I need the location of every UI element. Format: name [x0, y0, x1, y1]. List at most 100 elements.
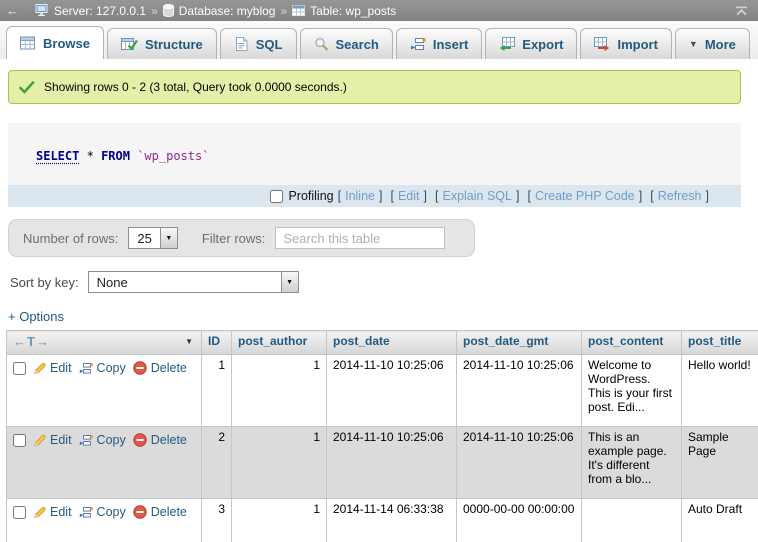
rows-per-page-select[interactable]: 25 ▼ — [128, 227, 177, 249]
tab-structure[interactable]: Structure — [107, 28, 217, 59]
status-message-text: Showing rows 0 - 2 (3 total, Query took … — [44, 80, 347, 94]
delete-icon — [133, 505, 147, 519]
chevron-down-icon[interactable]: ▼ — [185, 337, 193, 346]
column-header-post-date[interactable]: post_date — [327, 331, 457, 355]
bracket: ] — [706, 189, 709, 203]
breadcrumb-table-label: Table: wp_posts — [310, 4, 396, 18]
column-header-post-title[interactable]: post_title — [682, 331, 758, 355]
column-order-icon[interactable]: ←T→ — [13, 334, 50, 349]
copy-icon — [79, 506, 93, 519]
copy-icon — [79, 434, 93, 447]
copy-row-link[interactable]: Copy — [79, 361, 126, 375]
cell-post-content: Welcome to WordPress. This is your first… — [582, 355, 682, 427]
inline-link[interactable]: Inline — [345, 189, 375, 203]
refresh-link[interactable]: Refresh — [658, 189, 702, 203]
edit-row-link[interactable]: Edit — [33, 361, 72, 375]
browse-icon — [20, 36, 36, 50]
options-toggle[interactable]: + Options — [8, 309, 64, 324]
sql-keyword-from: FROM — [101, 149, 130, 163]
cell-id: 1 — [202, 355, 232, 427]
column-header-post-content[interactable]: post_content — [582, 331, 682, 355]
edit-query-link[interactable]: Edit — [398, 189, 420, 203]
tab-sql[interactable]: SQL — [220, 28, 297, 59]
bracket: ] — [516, 189, 519, 203]
tab-search[interactable]: Search — [300, 28, 393, 59]
cell-post-date: 2014-11-14 06:33:38 — [327, 499, 457, 542]
sort-by-key-select[interactable]: None ▼ — [88, 271, 299, 293]
tab-import[interactable]: Import — [580, 28, 671, 59]
chevron-down-icon: ▼ — [160, 228, 177, 248]
search-icon — [314, 37, 329, 51]
tab-insert[interactable]: Insert — [396, 28, 482, 59]
success-check-icon — [19, 81, 35, 94]
edit-row-link[interactable]: Edit — [33, 505, 72, 519]
cell-id: 2 — [202, 427, 232, 499]
export-icon — [499, 37, 515, 52]
tab-browse[interactable]: Browse — [6, 26, 104, 59]
table-icon — [292, 5, 305, 16]
breadcrumb-separator: » — [151, 4, 158, 18]
back-arrow-icon[interactable]: ← — [6, 3, 19, 18]
breadcrumb-server-label: Server: 127.0.0.1 — [54, 4, 146, 18]
number-of-rows-label: Number of rows: — [23, 231, 118, 246]
copy-row-link[interactable]: Copy — [79, 433, 126, 447]
sql-query: SELECT * FROM `wp_posts` — [8, 123, 741, 185]
delete-row-link[interactable]: Delete — [133, 433, 187, 447]
bracket: ] — [639, 189, 642, 203]
chevron-down-icon: ▼ — [281, 272, 298, 292]
delete-icon — [133, 361, 147, 375]
profiling-checkbox[interactable] — [270, 190, 283, 203]
table-header-row: ←T→ ▼ ID post_author post_date post_date… — [7, 331, 758, 355]
database-icon — [163, 4, 174, 17]
delete-row-link[interactable]: Delete — [133, 505, 187, 519]
bracket: [ — [650, 189, 653, 203]
breadcrumb-database-label: Database: myblog — [179, 4, 276, 18]
row-checkbox[interactable] — [13, 506, 26, 519]
tab-export-label: Export — [522, 37, 563, 52]
explain-sql-link[interactable]: Explain SQL — [442, 189, 511, 203]
copy-row-link[interactable]: Copy — [79, 505, 126, 519]
collapse-icon[interactable] — [735, 6, 748, 16]
chevron-down-icon: ▼ — [689, 39, 698, 49]
sql-icon — [234, 37, 249, 51]
sql-keyword-select[interactable]: SELECT — [36, 149, 79, 163]
filter-rows-input[interactable] — [275, 227, 445, 249]
profiling-label: Profiling — [288, 189, 333, 203]
results-table: ←T→ ▼ ID post_author post_date post_date… — [6, 330, 758, 542]
sort-by-key-label: Sort by key: — [10, 275, 79, 290]
breadcrumb-server[interactable]: Server: 127.0.0.1 — [35, 4, 146, 18]
column-header-post-author[interactable]: post_author — [232, 331, 327, 355]
cell-post-date: 2014-11-10 10:25:06 — [327, 427, 457, 499]
row-checkbox[interactable] — [13, 362, 26, 375]
tab-search-label: Search — [336, 37, 379, 52]
bracket: [ — [435, 189, 438, 203]
rows-filter-panel: Number of rows: 25 ▼ Filter rows: — [8, 219, 475, 257]
sql-table-identifier: `wp_posts` — [137, 149, 209, 163]
delete-icon — [133, 433, 147, 447]
column-header-post-date-gmt[interactable]: post_date_gmt — [457, 331, 582, 355]
delete-row-link[interactable]: Delete — [133, 361, 187, 375]
table-row: Edit Copy Delete — [7, 427, 758, 499]
cell-post-date-gmt: 0000-00-00 00:00:00 — [457, 499, 582, 542]
edit-row-link[interactable]: Edit — [33, 433, 72, 447]
copy-icon — [79, 362, 93, 375]
tab-more[interactable]: ▼ More — [675, 28, 750, 59]
sql-toolbar: Profiling [Inline] [Edit] [Explain SQL] … — [8, 185, 741, 207]
create-php-code-link[interactable]: Create PHP Code — [535, 189, 635, 203]
tab-export[interactable]: Export — [485, 28, 577, 59]
tab-bar: Browse Structure SQL Search — [0, 21, 758, 59]
pencil-icon — [33, 434, 46, 447]
column-header-actions[interactable]: ←T→ ▼ — [7, 331, 202, 355]
cell-post-author: 1 — [232, 499, 327, 542]
breadcrumb-table[interactable]: Table: wp_posts — [292, 4, 396, 18]
tab-import-label: Import — [617, 37, 657, 52]
filter-rows-label: Filter rows: — [202, 231, 266, 246]
cell-post-title: Auto Draft — [682, 499, 758, 542]
bracket: ] — [379, 189, 382, 203]
column-header-id[interactable]: ID — [202, 331, 232, 355]
sql-query-box: SELECT * FROM `wp_posts` Profiling [ Inli… — [8, 123, 741, 207]
insert-icon — [410, 37, 426, 51]
row-checkbox[interactable] — [13, 434, 26, 447]
breadcrumb-database[interactable]: Database: myblog — [163, 4, 276, 18]
sort-by-key-row: Sort by key: None ▼ — [10, 271, 758, 293]
